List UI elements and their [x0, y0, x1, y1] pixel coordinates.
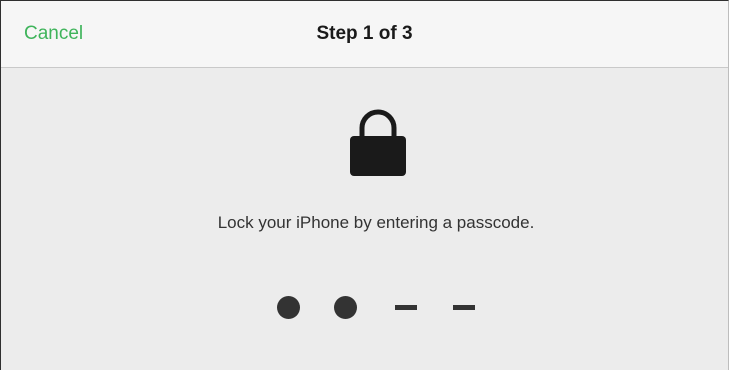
- passcode-digit-1: [277, 296, 300, 319]
- passcode-digit-2: [334, 296, 357, 319]
- lock-body: [350, 136, 406, 176]
- lock-shackle: [359, 109, 397, 140]
- passcode-digit-3: [395, 305, 417, 310]
- passcode-digit-4: [453, 305, 475, 310]
- passcode-setup-screen: Cancel Step 1 of 3 Lock your iPhone by e…: [0, 0, 729, 370]
- passcode-instruction: Lock your iPhone by entering a passcode.: [217, 213, 535, 232]
- lock-icon: [350, 109, 406, 176]
- passcode-indicator[interactable]: [1, 286, 728, 326]
- navigation-bar: Cancel Step 1 of 3: [1, 1, 728, 68]
- page-title: Step 1 of 3: [316, 23, 413, 44]
